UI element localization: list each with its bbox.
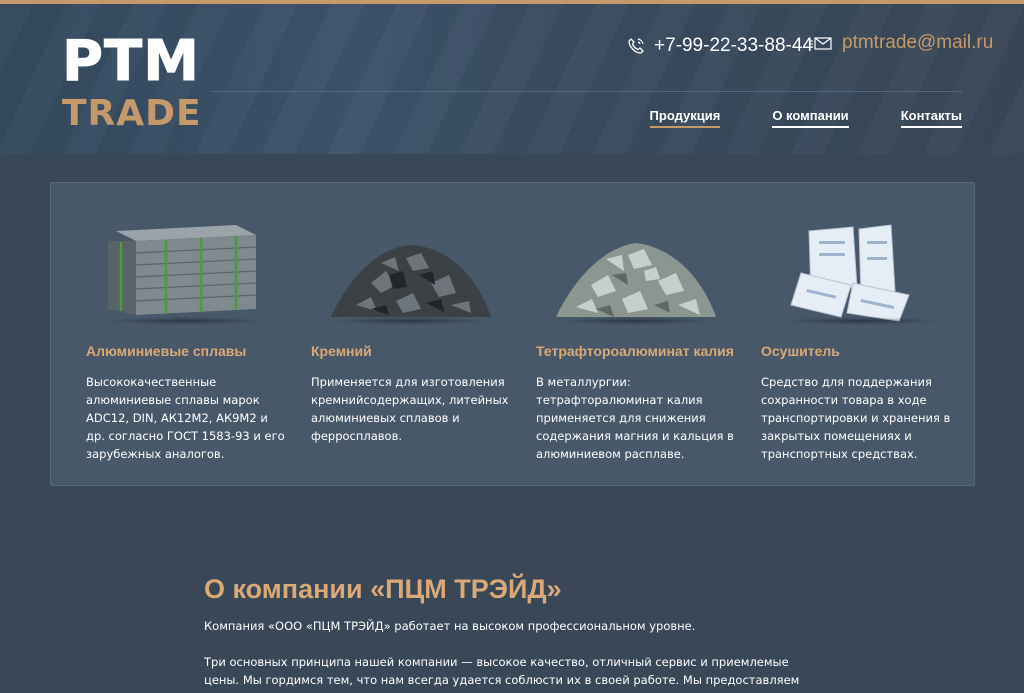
silicon-image xyxy=(311,213,511,325)
email-address: ptmtrade@mail.ru xyxy=(842,32,994,53)
email-contact[interactable]: ptmtrade@mail.ru xyxy=(808,32,993,54)
product-description: Высококачественные алюминиевые сплавы ма… xyxy=(86,375,285,461)
aluminum-ingots-image xyxy=(86,213,286,325)
product-card-potassium[interactable]: Тетрафтороалюминат калия В металлургии: … xyxy=(536,213,736,463)
product-card-silicon[interactable]: Кремний Применяется для изготовления кре… xyxy=(311,213,511,445)
phone-icon xyxy=(626,36,646,56)
logo[interactable]: PTM TRADE xyxy=(62,29,202,134)
product-card-desiccant[interactable]: Осушитель Средство для поддержания сохра… xyxy=(761,213,961,463)
phone-contact[interactable]: +7-99-22-33-88-44 xyxy=(626,35,813,57)
phone-number: +7-99-22-33-88-44 xyxy=(654,35,813,56)
nav-item-contacts[interactable]: Контакты xyxy=(900,108,962,128)
desiccant-bags-image xyxy=(761,213,961,325)
product-title: Осушитель xyxy=(761,343,840,359)
about-section: О компании «ПЦМ ТРЭЙД» Компания «ООО «ПЦ… xyxy=(204,574,824,693)
products-panel: Алюминиевые сплавы Высококачественные ал… xyxy=(50,182,975,486)
main-nav: Продукция О компании Контакты xyxy=(649,108,962,128)
product-title: Кремний xyxy=(311,343,372,359)
product-description: Средство для поддержания сохранности тов… xyxy=(761,375,951,461)
product-title: Тетрафтороалюминат калия xyxy=(536,343,734,359)
about-paragraph-1: Компания «ООО «ПЦМ ТРЭЙД» работает на вы… xyxy=(204,619,696,633)
about-title: О компании «ПЦМ ТРЭЙД» xyxy=(204,574,562,604)
about-paragraph-2: Три основных принципа нашей компании — в… xyxy=(204,655,800,693)
logo-top-text: PTM xyxy=(62,29,200,94)
header-divider xyxy=(212,91,962,92)
product-title: Алюминиевые сплавы xyxy=(86,343,247,359)
product-description: В металлургии: тетрафторалюминат калия п… xyxy=(536,375,734,461)
nav-item-about[interactable]: О компании xyxy=(772,108,849,128)
logo-bottom-text: TRADE xyxy=(62,93,202,134)
potassium-tetrafluoroaluminate-image xyxy=(536,213,736,325)
envelope-icon xyxy=(808,33,834,53)
product-description: Применяется для изготовления кремнийсоде… xyxy=(311,375,509,443)
nav-item-products[interactable]: Продукция xyxy=(649,108,721,128)
product-card-aluminum[interactable]: Алюминиевые сплавы Высококачественные ал… xyxy=(86,213,286,463)
